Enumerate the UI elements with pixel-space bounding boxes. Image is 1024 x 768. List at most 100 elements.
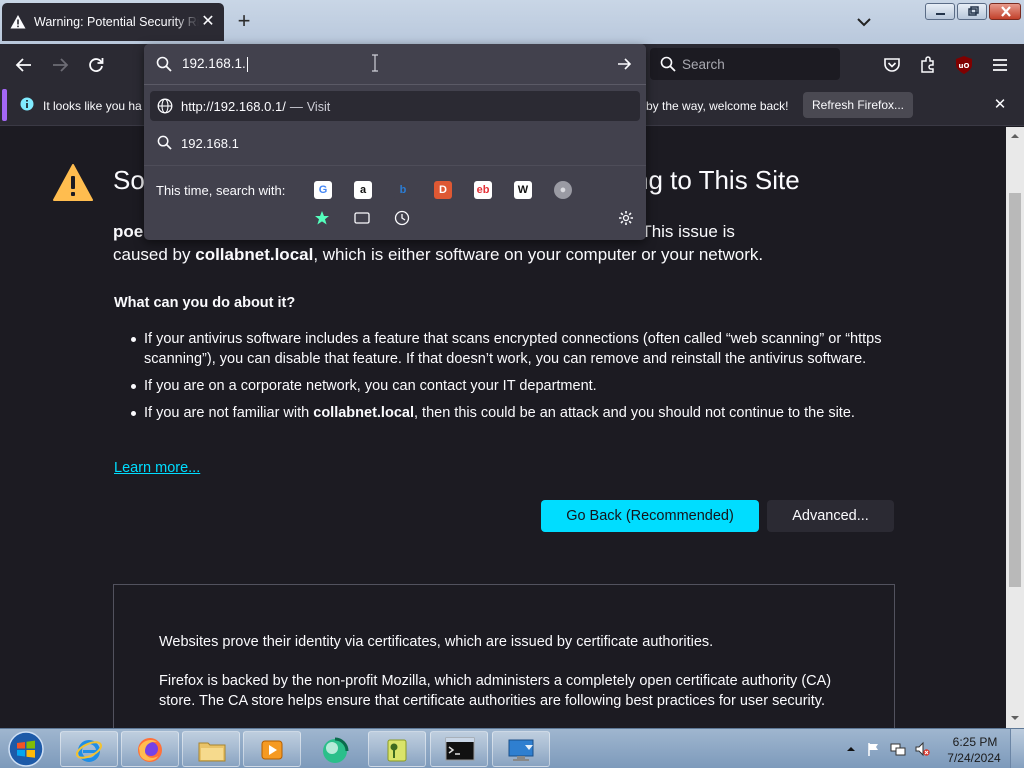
network-icon[interactable] bbox=[890, 741, 906, 757]
bing-icon[interactable]: b bbox=[394, 181, 412, 199]
suggestion-visit-text: http://192.168.0.1/— Visit bbox=[181, 99, 330, 114]
notification-close-button[interactable]: ✕ bbox=[992, 97, 1008, 113]
remote-desktop-icon bbox=[508, 739, 534, 761]
clock-date[interactable]: 7/24/2024 bbox=[944, 751, 1004, 765]
learn-more-link[interactable]: Learn more... bbox=[114, 460, 200, 476]
back-arrow-icon[interactable] bbox=[14, 55, 34, 75]
certificate-info-text-2: Firefox is backed by the non-profit Mozi… bbox=[159, 673, 832, 709]
pocket-icon[interactable] bbox=[882, 55, 902, 75]
ebay-icon[interactable]: eb bbox=[474, 181, 492, 199]
error-description-start: poe bbox=[113, 222, 144, 241]
suggestion-search-row[interactable]: 192.168.1 bbox=[150, 128, 640, 158]
certificate-info-box: Websites prove their identity via certif… bbox=[113, 584, 895, 728]
notification-text-start: It looks like you ha bbox=[43, 99, 142, 113]
firefox-icon bbox=[138, 738, 162, 762]
app-sphere-icon bbox=[323, 737, 349, 763]
taskbar-firefox[interactable] bbox=[121, 731, 179, 767]
tabs-icon[interactable] bbox=[354, 211, 370, 225]
warning-triangle-icon bbox=[53, 164, 93, 201]
suggestion-search-text: 192.168.1 bbox=[181, 136, 239, 151]
new-tab-button[interactable]: + bbox=[234, 10, 254, 32]
taskbar-media-player[interactable] bbox=[243, 731, 301, 767]
notification-accent bbox=[2, 89, 7, 121]
advice-list: If your antivirus software includes a fe… bbox=[114, 329, 894, 430]
notification-text-end: by the way, welcome back! bbox=[646, 99, 789, 113]
amazon-icon[interactable]: a bbox=[354, 181, 372, 199]
search-icon bbox=[157, 135, 172, 150]
start-button-windows-icon[interactable] bbox=[4, 730, 48, 768]
window-minimize-button[interactable] bbox=[925, 3, 955, 20]
address-input[interactable]: 192.168.1. bbox=[182, 56, 248, 72]
scroll-down-arrow-icon[interactable] bbox=[1006, 711, 1024, 725]
advanced-button[interactable]: Advanced... bbox=[767, 500, 894, 532]
ublock-origin-icon[interactable]: uO bbox=[954, 55, 974, 75]
show-hidden-icons-arrow[interactable] bbox=[846, 744, 856, 754]
taskbar-app-globe[interactable] bbox=[304, 731, 362, 767]
dropdown-divider bbox=[144, 165, 646, 166]
forward-arrow-icon[interactable] bbox=[50, 55, 70, 75]
text-caret bbox=[246, 56, 248, 72]
search-icon bbox=[156, 56, 172, 72]
page-scrollbar[interactable] bbox=[1006, 127, 1024, 728]
taskbar-keepass[interactable] bbox=[368, 731, 426, 767]
duckduckgo-icon[interactable]: D bbox=[434, 181, 452, 199]
address-input-value: 192.168.1. bbox=[182, 56, 246, 71]
refresh-firefox-button[interactable]: Refresh Firefox... bbox=[803, 92, 913, 118]
tab-strip: Warning: Potential Security Risk Ahead ✕… bbox=[0, 0, 1024, 44]
hamburger-menu-icon[interactable] bbox=[990, 55, 1010, 75]
go-arrow-icon[interactable] bbox=[616, 56, 632, 72]
search-engine-icon[interactable]: ● bbox=[554, 181, 572, 199]
list-all-tabs-chevron-icon[interactable] bbox=[855, 13, 873, 31]
scrollbar-thumb[interactable] bbox=[1009, 193, 1021, 587]
suggestion-visit-row[interactable]: http://192.168.0.1/— Visit bbox=[150, 91, 640, 121]
command-prompt-icon bbox=[445, 737, 475, 761]
internet-explorer-icon bbox=[75, 740, 103, 762]
history-clock-icon[interactable] bbox=[394, 210, 410, 226]
windows-taskbar: 6:25 PM 7/24/2024 bbox=[0, 728, 1024, 768]
suggestion-separator: — bbox=[289, 99, 303, 114]
suggestion-url: http://192.168.0.1/ bbox=[181, 99, 286, 114]
bookmarks-star-icon[interactable] bbox=[314, 210, 330, 226]
globe-icon bbox=[157, 98, 173, 114]
advice-item-corporate: If you are on a corporate network, you c… bbox=[114, 376, 894, 396]
dropdown-divider bbox=[144, 84, 646, 85]
scroll-up-arrow-icon[interactable] bbox=[1006, 129, 1024, 143]
taskbar-file-explorer[interactable] bbox=[182, 731, 240, 767]
taskbar-command-prompt[interactable] bbox=[430, 731, 488, 767]
media-player-icon bbox=[261, 740, 283, 760]
error-host: collabnet.local bbox=[195, 245, 314, 264]
page-title-start: So bbox=[113, 165, 145, 195]
go-back-button[interactable]: Go Back (Recommended) bbox=[541, 500, 759, 532]
advice-item-attack-suffix: , then this could be an attack and you s… bbox=[413, 405, 855, 421]
svg-text:uO: uO bbox=[959, 62, 970, 70]
tab-security-warning[interactable]: Warning: Potential Security Risk Ahead ✕ bbox=[2, 3, 224, 41]
wikipedia-icon[interactable]: W bbox=[514, 181, 532, 199]
taskbar-remote-desktop[interactable] bbox=[492, 731, 550, 767]
google-icon[interactable]: G bbox=[314, 181, 332, 199]
clock-time[interactable]: 6:25 PM bbox=[950, 735, 1000, 749]
folder-icon bbox=[198, 742, 226, 762]
tab-close-button[interactable]: ✕ bbox=[200, 14, 216, 30]
suggestion-action: Visit bbox=[306, 100, 331, 114]
search-settings-gear-icon[interactable] bbox=[618, 210, 634, 226]
show-desktop-button[interactable] bbox=[1010, 729, 1024, 768]
volume-muted-icon[interactable] bbox=[914, 741, 930, 757]
certificate-info-text-1: Websites prove their identity via certif… bbox=[159, 634, 714, 650]
search-placeholder: Search bbox=[682, 56, 725, 72]
window-restore-button[interactable] bbox=[957, 3, 987, 20]
extensions-puzzle-icon[interactable] bbox=[918, 55, 938, 75]
taskbar-internet-explorer[interactable] bbox=[60, 731, 118, 767]
error-description-suffix: , which is either software on your compu… bbox=[313, 245, 764, 264]
window-close-button[interactable] bbox=[989, 3, 1021, 20]
error-description-prefix: caused by bbox=[113, 245, 196, 264]
advice-item-attack-prefix: If you are not familiar with bbox=[144, 405, 314, 421]
reload-icon[interactable] bbox=[86, 55, 106, 75]
action-center-flag-icon[interactable] bbox=[866, 741, 882, 757]
advice-item-attack: If you are not familiar with collabnet.l… bbox=[114, 403, 894, 423]
one-off-search-label: This time, search with: bbox=[156, 183, 286, 198]
address-bar[interactable]: 192.168.1. bbox=[144, 44, 646, 84]
address-bar-dropdown: 192.168.1. http://192.168.0.1/— Visit 192… bbox=[144, 44, 646, 240]
search-bar[interactable]: Search bbox=[650, 48, 840, 80]
page-title: So cting to This Site bbox=[113, 165, 800, 196]
ibeam-cursor-icon bbox=[372, 54, 378, 72]
